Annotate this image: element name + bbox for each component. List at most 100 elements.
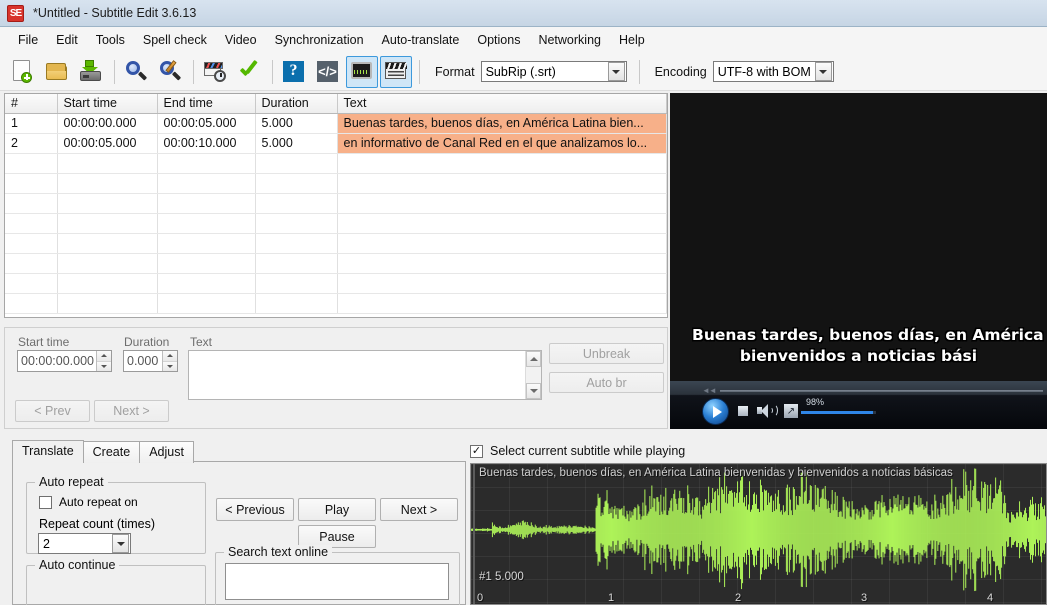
mode-tabs-panel: Translate Create Adjust Auto repeat Auto… — [4, 440, 466, 605]
question-mark-icon: ? — [281, 59, 307, 85]
scroll-down-icon[interactable] — [526, 383, 541, 399]
table-row-empty — [5, 213, 667, 234]
menu-file[interactable]: File — [9, 29, 47, 51]
source-view-button[interactable]: </> — [312, 56, 344, 88]
toolbar: ? </> Format SubRip (.srt) Encoding UTF-… — [0, 53, 1047, 91]
table-row[interactable]: 1 00:00:00.000 00:00:05.000 5.000 Buenas… — [5, 113, 667, 134]
table-row-empty — [5, 293, 667, 314]
start-time-input[interactable]: 00:00:00.000 — [17, 350, 112, 372]
magnifier-pencil-icon — [157, 59, 183, 85]
auto-repeat-checkbox[interactable] — [39, 495, 52, 509]
open-folder-icon — [44, 59, 70, 85]
tab-translate[interactable]: Translate — [12, 440, 84, 463]
column-header-start[interactable]: Start time — [57, 94, 158, 114]
start-time-value: 00:00:00.000 — [21, 354, 94, 368]
search-text-online-group: Search text online — [215, 545, 460, 605]
toggle-waveform-button[interactable] — [346, 55, 378, 88]
text-scrollbar[interactable] — [525, 351, 541, 399]
menu-edit[interactable]: Edit — [47, 29, 87, 51]
duration-stepper[interactable] — [162, 351, 177, 371]
cell-end: 00:00:10.000 — [157, 133, 256, 154]
column-header-end[interactable]: End time — [157, 94, 256, 114]
select-current-subtitle-checkbox[interactable] — [470, 444, 483, 458]
spell-check-button[interactable] — [233, 56, 265, 88]
menu-options[interactable]: Options — [468, 29, 529, 51]
video-subtitle-line-2: bienvenidos a noticias bási — [739, 347, 978, 366]
next-button-playback[interactable]: Next > — [380, 498, 458, 521]
column-header-duration[interactable]: Duration — [255, 94, 338, 114]
video-player[interactable]: Buenas tardes, buenos días, en América L… — [670, 93, 1047, 429]
menu-synchronization[interactable]: Synchronization — [266, 29, 373, 51]
select-current-subtitle-label: Select current subtitle while playing — [490, 444, 686, 458]
column-header-number[interactable]: # — [5, 94, 58, 114]
auto-continue-legend: Auto continue — [35, 558, 120, 572]
menu-spell-check[interactable]: Spell check — [134, 29, 216, 51]
previous-button[interactable]: < Previous — [216, 498, 294, 521]
waveform-selection-line[interactable] — [473, 464, 475, 604]
next-button[interactable]: Next > — [94, 400, 169, 422]
scroll-up-icon[interactable] — [526, 351, 541, 367]
auto-repeat-label: Auto repeat on — [59, 495, 138, 509]
play-icon[interactable] — [702, 398, 729, 425]
chevron-down-icon[interactable] — [112, 534, 129, 553]
menu-tools[interactable]: Tools — [87, 29, 134, 51]
fullscreen-icon[interactable]: ↗ — [784, 404, 798, 418]
tab-create[interactable]: Create — [82, 441, 141, 463]
visual-sync-button[interactable] — [199, 56, 231, 88]
menu-video[interactable]: Video — [216, 29, 266, 51]
format-value: SubRip (.srt) — [485, 64, 556, 79]
subtitle-table: # Start time End time Duration Text 1 00… — [5, 94, 667, 314]
menu-bar: File Edit Tools Spell check Video Synchr… — [0, 27, 1047, 53]
waveform-paragraph-label: #1 5.000 — [479, 571, 524, 583]
cell-duration: 5.000 — [255, 113, 338, 134]
start-time-stepper[interactable] — [96, 351, 111, 371]
subtitle-list[interactable]: # Start time End time Duration Text 1 00… — [4, 93, 668, 318]
magnifier-icon — [123, 59, 149, 85]
text-input[interactable] — [188, 350, 542, 400]
cell-number: 2 — [5, 133, 58, 154]
prev-button[interactable]: < Prev — [15, 400, 90, 422]
auto-repeat-on-row[interactable]: Auto repeat on — [39, 495, 138, 509]
play-button[interactable]: Play — [298, 498, 376, 521]
repeat-count-select[interactable]: 2 — [38, 533, 131, 554]
chevron-down-icon[interactable] — [607, 62, 625, 81]
subtitle-edit-panel: Start time 00:00:00.000 Duration 0.000 T… — [4, 327, 668, 429]
find-button[interactable] — [120, 56, 152, 88]
new-subtitle-button[interactable] — [7, 56, 39, 88]
menu-auto-translate[interactable]: Auto-translate — [373, 29, 469, 51]
auto-br-button[interactable]: Auto br — [549, 372, 664, 393]
table-row[interactable]: 2 00:00:05.000 00:00:10.000 5.000 en inf… — [5, 133, 667, 154]
volume-icon[interactable] — [757, 402, 778, 420]
open-subtitle-button[interactable] — [41, 56, 73, 88]
encoding-value: UTF-8 with BOM — [717, 64, 811, 79]
stop-icon[interactable] — [738, 406, 748, 416]
waveform-panel[interactable]: Buenas tardes, buenos días, en América L… — [470, 463, 1047, 605]
seek-slider[interactable] — [720, 390, 1043, 392]
menu-networking[interactable]: Networking — [529, 29, 610, 51]
select-current-subtitle-row[interactable]: Select current subtitle while playing — [470, 444, 685, 458]
video-surface[interactable] — [670, 93, 1047, 429]
help-button[interactable]: ? — [278, 56, 310, 88]
tab-adjust[interactable]: Adjust — [139, 441, 194, 463]
unbreak-button[interactable]: Unbreak — [549, 343, 664, 364]
column-header-text[interactable]: Text — [337, 94, 667, 114]
waveform-monitor-icon — [349, 59, 375, 85]
toolbar-separator — [638, 59, 640, 84]
replace-button[interactable] — [154, 56, 186, 88]
encoding-select[interactable]: UTF-8 with BOM — [712, 61, 834, 82]
chevron-down-icon[interactable] — [814, 62, 832, 81]
table-row-empty — [5, 273, 667, 294]
save-subtitle-button[interactable] — [75, 56, 107, 88]
toggle-video-button[interactable] — [380, 55, 412, 88]
cell-duration: 5.000 — [255, 133, 338, 154]
waveform-tick-4: 4 — [987, 592, 994, 604]
menu-help[interactable]: Help — [610, 29, 654, 51]
cell-text: en informativo de Canal Red en el que an… — [337, 133, 667, 154]
volume-slider[interactable] — [801, 411, 876, 414]
duration-input[interactable]: 0.000 — [123, 350, 178, 372]
cell-text: Buenas tardes, buenos días, en América L… — [337, 113, 667, 134]
search-online-input[interactable] — [225, 563, 449, 600]
format-select[interactable]: SubRip (.srt) — [480, 61, 627, 82]
rewind-icon[interactable]: ◄◄ — [702, 386, 717, 395]
video-subtitle-overlay: Buenas tardes, buenos días, en América L… — [670, 325, 1047, 367]
